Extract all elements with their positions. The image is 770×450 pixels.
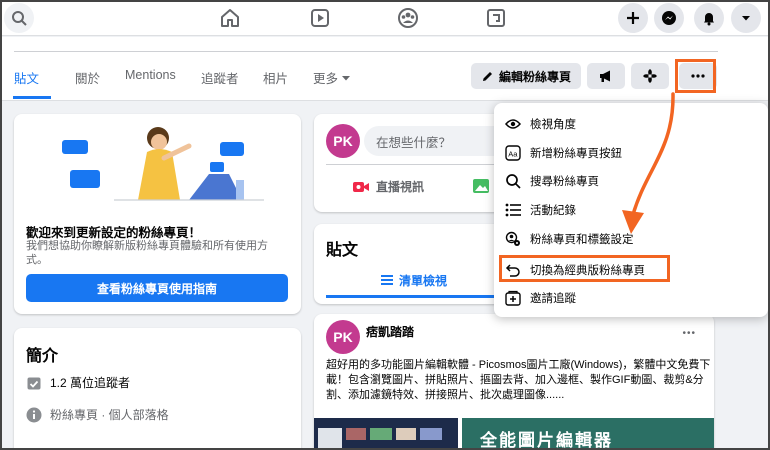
composer-avatar[interactable]: PK — [326, 124, 360, 158]
tab-followers[interactable]: 追蹤者 — [201, 68, 239, 87]
gaming-icon — [487, 9, 505, 27]
followers-icon — [27, 377, 41, 389]
caret-down-icon — [742, 16, 750, 21]
promote-button[interactable] — [587, 63, 625, 89]
page-category: 粉絲專頁 · 個人部落格 — [50, 408, 169, 422]
post-image-caption: 全能圖片編輯器 — [480, 430, 613, 450]
post-card: PK 痞凱踏踏 ••• 超好用的多功能圖片編輯軟體 - Picosmos圖片工廠… — [314, 314, 714, 450]
top-navigation-bar — [0, 0, 770, 36]
invite-icon — [504, 289, 522, 307]
create-button[interactable] — [618, 3, 648, 33]
messenger-icon — [662, 11, 676, 25]
nav-home[interactable] — [216, 4, 244, 32]
settings-icon — [504, 230, 522, 248]
switch-classic-highlight — [499, 255, 670, 282]
intro-card: 簡介 1.2 萬位追蹤者 粉絲專頁 · 個人部落格 — [14, 328, 301, 450]
list-view-tab[interactable]: 清單檢視 — [326, 266, 502, 294]
post-options-button[interactable]: ••• — [682, 328, 696, 339]
welcome-description: 我們想協助你瞭解新版粉絲專頁體驗和所有使用方式。 — [26, 240, 268, 266]
followers-row: 1.2 萬位追蹤者 — [26, 374, 130, 391]
live-video-label: 直播視訊 — [376, 180, 425, 194]
groups-icon — [398, 8, 418, 28]
svg-text:Aa: Aa — [508, 150, 518, 159]
video-icon — [311, 9, 329, 27]
messenger-button[interactable] — [654, 3, 684, 33]
button-icon: Aa — [504, 144, 522, 162]
posts-section-title: 貼文 — [326, 242, 359, 259]
tab-more[interactable]: 更多 — [313, 68, 351, 87]
list-icon — [504, 201, 522, 219]
live-video-icon — [353, 181, 369, 192]
list-view-indicator — [326, 295, 502, 298]
post-image-right[interactable]: 全能圖片編輯器 — [462, 418, 714, 450]
welcome-card: 歡迎來到更新設定的粉絲專頁！ 我們想協助你瞭解新版粉絲專頁體驗和所有使用方式。 … — [14, 114, 301, 314]
tab-about[interactable]: 關於 — [75, 68, 100, 87]
account-menu-button[interactable] — [731, 3, 761, 33]
menu-item-invite-followers[interactable]: 邀請追蹤 — [504, 286, 759, 310]
tab-more-label: 更多 — [313, 72, 339, 86]
post-avatar[interactable]: PK — [326, 320, 360, 354]
search-icon — [12, 11, 27, 26]
tab-posts[interactable]: 貼文 — [14, 68, 39, 87]
live-video-button[interactable]: 直播視訊 — [352, 178, 424, 195]
nav-watch[interactable] — [306, 4, 334, 32]
header-divider — [14, 51, 718, 52]
megaphone-icon — [600, 70, 610, 82]
menu-item-label: 邀請追蹤 — [530, 293, 576, 305]
photo-icon — [473, 179, 489, 193]
fan-icon — [643, 69, 657, 83]
category-row: 粉絲專頁 · 個人部落格 — [26, 406, 169, 423]
photo-video-button[interactable] — [472, 178, 490, 199]
tab-photos[interactable]: 相片 — [263, 68, 288, 87]
eye-icon — [504, 115, 522, 133]
plus-icon — [627, 12, 639, 24]
welcome-illustration — [62, 127, 264, 201]
caret-down-icon — [342, 75, 351, 80]
list-view-icon — [380, 275, 393, 285]
bell-icon — [704, 13, 714, 26]
search-button[interactable] — [4, 3, 34, 33]
notifications-button[interactable] — [694, 3, 724, 33]
tools-button[interactable] — [631, 63, 669, 89]
menu-item-label: 檢視角度 — [530, 119, 576, 131]
tab-mentions[interactable]: Mentions — [125, 68, 176, 82]
pencil-icon — [482, 71, 492, 81]
more-button-highlight — [675, 59, 716, 93]
post-image-left[interactable] — [314, 418, 458, 450]
screenshot-thumbnail-icon — [318, 428, 442, 448]
edit-page-label: 編輯粉絲專頁 — [498, 69, 571, 84]
active-tab-indicator — [13, 96, 51, 99]
post-author[interactable]: 痞凱踏踏 — [366, 323, 414, 340]
nav-groups[interactable] — [394, 4, 422, 32]
followers-count: 1.2 萬位追蹤者 — [50, 376, 131, 390]
intro-title: 簡介 — [26, 348, 59, 365]
list-view-label: 清單檢視 — [398, 273, 447, 288]
home-icon — [221, 9, 239, 27]
view-page-guide-button[interactable]: 查看粉絲專頁使用指南 — [26, 274, 288, 302]
info-icon — [26, 407, 42, 422]
menu-item-label: 活動紀錄 — [530, 205, 576, 217]
post-text: 超好用的多功能圖片編輯軟體 - Picosmos圖片工廠(Windows)，繁體… — [326, 359, 711, 401]
menu-item-label: 搜尋粉絲專頁 — [530, 176, 599, 188]
annotation-arrow-icon — [622, 92, 675, 234]
search-icon — [504, 172, 522, 190]
nav-gaming[interactable] — [482, 4, 510, 32]
edit-page-button[interactable]: 編輯粉絲專頁 — [471, 63, 581, 89]
